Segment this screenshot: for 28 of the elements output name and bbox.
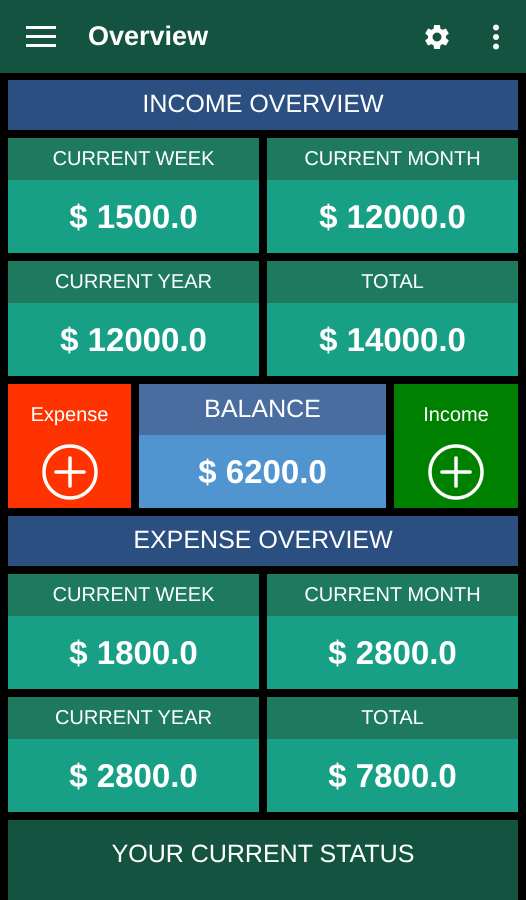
card-amount: $ 12000.0 — [60, 320, 207, 360]
card-label: CURRENT MONTH — [304, 583, 481, 608]
card-label: TOTAL — [361, 270, 424, 295]
section-header: EXPENSE OVERVIEW — [8, 516, 518, 566]
card-label: CURRENT WEEK — [52, 583, 214, 608]
plus-circle-icon — [428, 444, 484, 500]
section-header: INCOME OVERVIEW — [8, 80, 518, 130]
more-options-icon[interactable] — [492, 24, 500, 50]
menu-icon[interactable] — [26, 26, 56, 48]
status-title: YOUR CURRENT STATUS — [112, 839, 414, 870]
add-expense-button[interactable]: Expense — [8, 384, 131, 508]
card-amount: $ 14000.0 — [319, 320, 466, 360]
screen-title: Overview — [88, 20, 210, 54]
card-amount: $ 1500.0 — [69, 196, 198, 237]
card-amount: $ 7800.0 — [328, 756, 457, 796]
card-amount: $ 1800.0 — [69, 632, 198, 673]
balance-amount: $ 6200.0 — [198, 452, 327, 492]
card-amount: $ 12000.0 — [319, 196, 466, 237]
card-amount: $ 2800.0 — [328, 632, 457, 673]
card-label: CURRENT YEAR — [54, 270, 212, 295]
balance-label: BALANCE — [204, 394, 321, 425]
card-amount: $ 2800.0 — [69, 756, 198, 796]
plus-circle-icon — [42, 444, 98, 500]
add-income-button[interactable]: Income — [394, 384, 518, 508]
card-label: CURRENT WEEK — [52, 147, 214, 172]
card-label: CURRENT MONTH — [304, 147, 481, 172]
card-label: TOTAL — [361, 706, 424, 731]
card-label: CURRENT YEAR — [54, 706, 212, 731]
